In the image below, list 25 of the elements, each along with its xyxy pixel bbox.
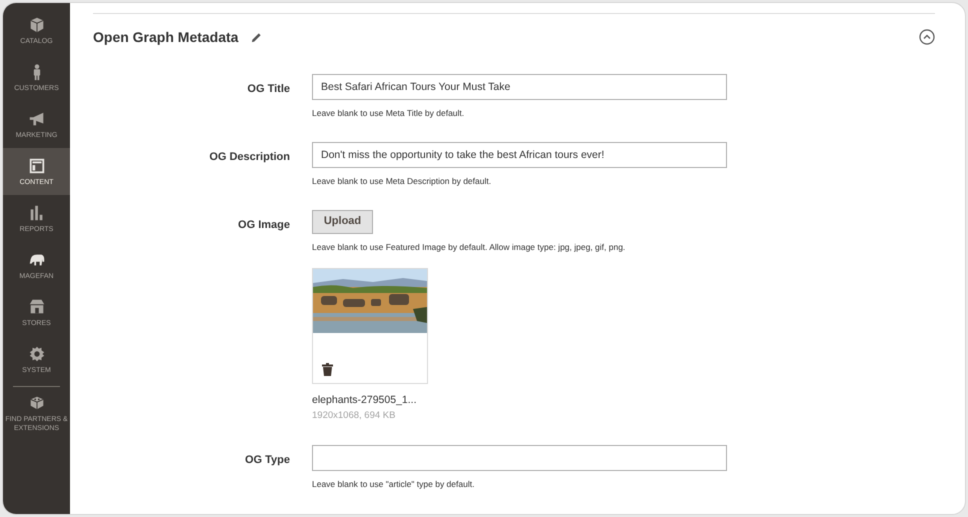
field-label: OG Description	[208, 150, 290, 165]
collapse-toggle-icon[interactable]	[919, 29, 935, 45]
field-hint: Leave blank to use "article" type by default.	[312, 478, 476, 491]
file-name: elephants-279505_1...	[312, 393, 418, 408]
trash-icon[interactable]	[322, 363, 333, 376]
bar-chart-icon	[28, 204, 46, 222]
section-title: Open Graph Metadata	[93, 28, 238, 47]
box-icon	[28, 394, 46, 412]
megaphone-icon	[28, 110, 46, 128]
storefront-icon	[28, 298, 46, 316]
field-hint: Leave blank to use Meta Title by default.	[312, 107, 466, 120]
box-icon	[28, 16, 46, 34]
text-input-field[interactable]: Don't miss the opportunity to take the best African tours ever!	[312, 142, 727, 168]
field-label: OG Image	[237, 218, 290, 232]
gear-icon	[28, 344, 46, 362]
text-input-field[interactable]: Best Safari African Tours Your Must Take	[312, 74, 727, 100]
field-label: OG Title	[246, 82, 290, 97]
field-hint: Leave blank to use Meta Description by default.	[312, 174, 492, 188]
upload-button[interactable]: Upload	[312, 210, 373, 234]
text-input-field[interactable]	[312, 445, 727, 472]
pencil-icon[interactable]	[251, 32, 262, 42]
layout-icon	[28, 156, 46, 174]
field-label: OG Type	[244, 453, 290, 468]
field-hint: Leave blank to use Featured Image by default. Allow image type: jpg, jpeg, gif, png.	[312, 240, 626, 254]
file-size: 1920x1068, 694 KB	[312, 409, 396, 423]
